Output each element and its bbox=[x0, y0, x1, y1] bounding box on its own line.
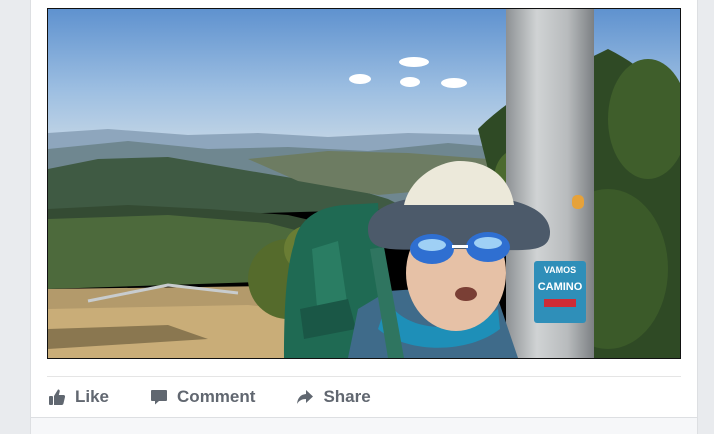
sticker-text-2: CAMINO bbox=[538, 281, 583, 293]
thumbs-up-icon bbox=[47, 387, 67, 407]
post-card: VAMOS CAMINO Like Comment Share bbox=[30, 0, 698, 418]
comment-button[interactable]: Comment bbox=[149, 382, 255, 412]
share-button[interactable]: Share bbox=[295, 382, 371, 412]
sticker-text-1: VAMOS bbox=[544, 265, 576, 275]
video-frame: VAMOS CAMINO bbox=[48, 9, 680, 358]
comment-area-edge bbox=[30, 418, 698, 434]
like-button[interactable]: Like bbox=[47, 382, 109, 412]
video-player[interactable]: VAMOS CAMINO bbox=[47, 8, 681, 359]
post-action-bar: Like Comment Share bbox=[47, 382, 411, 412]
comment-icon bbox=[149, 387, 169, 407]
share-label: Share bbox=[323, 387, 371, 406]
action-divider bbox=[47, 376, 681, 377]
share-arrow-icon bbox=[295, 387, 315, 407]
like-label: Like bbox=[75, 387, 110, 406]
comment-label: Comment bbox=[177, 387, 256, 406]
